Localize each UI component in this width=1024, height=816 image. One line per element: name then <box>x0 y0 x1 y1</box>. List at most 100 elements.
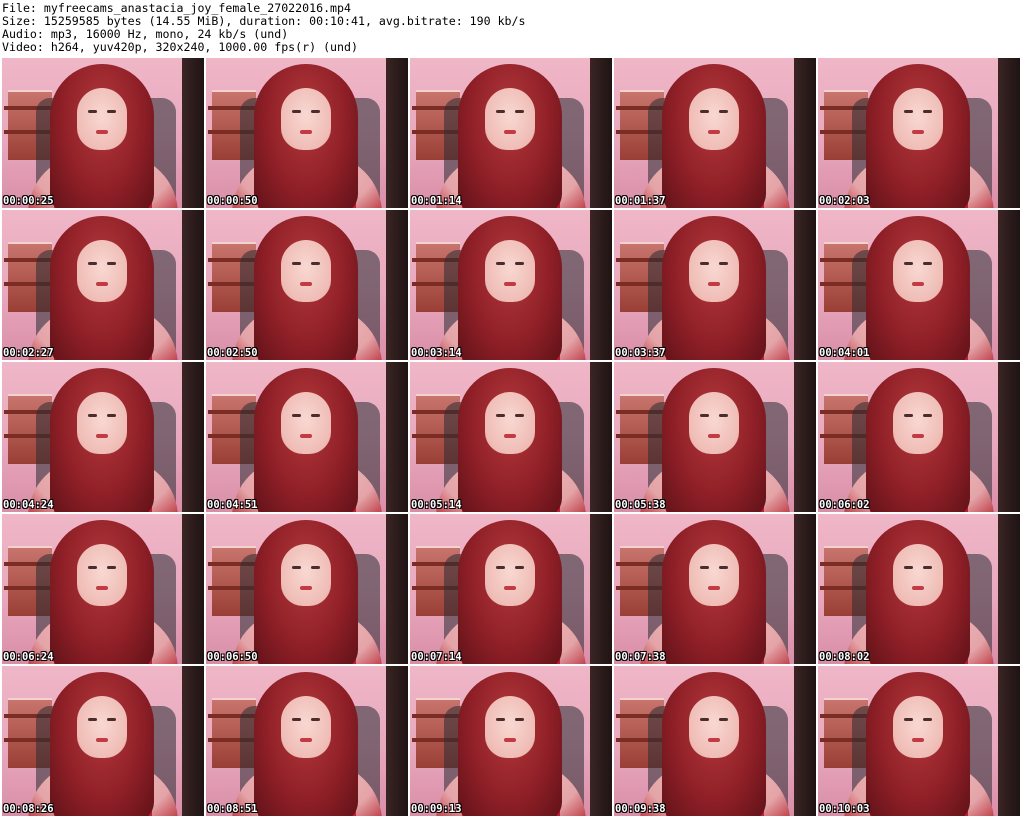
person-face <box>893 544 943 606</box>
background-door <box>998 58 1020 208</box>
video-thumbnail: 00:03:14 <box>410 210 612 360</box>
thumbnail-timestamp: 00:07:14 <box>411 651 462 663</box>
person-face <box>281 240 331 302</box>
video-thumbnail: 00:09:13 <box>410 666 612 816</box>
background-door <box>590 514 612 664</box>
background-door <box>998 362 1020 512</box>
lips <box>708 434 720 438</box>
video-thumbnail: 00:02:03 <box>818 58 1020 208</box>
video-thumbnail: 00:03:37 <box>614 210 816 360</box>
thumbnail-timestamp: 00:02:03 <box>819 195 870 207</box>
background-door <box>794 362 816 512</box>
background-door <box>998 210 1020 360</box>
background-door <box>590 666 612 816</box>
video-thumbnail: 00:07:38 <box>614 514 816 664</box>
right-eye <box>311 110 320 113</box>
lips <box>96 282 108 286</box>
lips <box>300 434 312 438</box>
left-eye <box>700 566 709 569</box>
video-thumbnail: 00:06:02 <box>818 362 1020 512</box>
person-face <box>689 696 739 758</box>
video-thumbnail: 00:01:37 <box>614 58 816 208</box>
thumbnail-timestamp: 00:06:24 <box>3 651 54 663</box>
background-door <box>386 666 408 816</box>
right-eye <box>923 414 932 417</box>
thumbnail-timestamp: 00:06:50 <box>207 651 258 663</box>
thumbnail-timestamp: 00:10:03 <box>819 803 870 815</box>
video-info-line: Video: h264, yuv420p, 320x240, 1000.00 f… <box>2 40 358 54</box>
left-eye <box>292 110 301 113</box>
left-eye <box>700 262 709 265</box>
right-eye <box>923 262 932 265</box>
file-info-header: File: myfreecams_anastacia_joy_female_27… <box>0 0 1024 56</box>
lips <box>300 282 312 286</box>
background-door <box>182 666 204 816</box>
person-face <box>893 392 943 454</box>
right-eye <box>923 566 932 569</box>
right-eye <box>719 414 728 417</box>
person-face <box>485 696 535 758</box>
person-face <box>485 88 535 150</box>
person-face <box>485 392 535 454</box>
left-eye <box>88 718 97 721</box>
left-eye <box>496 566 505 569</box>
video-thumbnail: 00:08:26 <box>2 666 204 816</box>
person-face <box>893 696 943 758</box>
right-eye <box>515 262 524 265</box>
video-thumbnail: 00:08:02 <box>818 514 1020 664</box>
left-eye <box>904 718 913 721</box>
thumbnail-timestamp: 00:09:13 <box>411 803 462 815</box>
person-face <box>281 696 331 758</box>
thumbnail-timestamp: 00:02:50 <box>207 347 258 359</box>
person-face <box>281 88 331 150</box>
video-thumbnail: 00:06:24 <box>2 514 204 664</box>
background-door <box>386 514 408 664</box>
left-eye <box>904 566 913 569</box>
left-eye <box>904 414 913 417</box>
person-face <box>485 240 535 302</box>
thumbnail-timestamp: 00:05:38 <box>615 499 666 511</box>
left-eye <box>700 414 709 417</box>
left-eye <box>292 414 301 417</box>
lips <box>504 434 516 438</box>
right-eye <box>515 566 524 569</box>
lips <box>300 130 312 134</box>
person-face <box>689 392 739 454</box>
lips <box>912 434 924 438</box>
thumbnail-timestamp: 00:09:38 <box>615 803 666 815</box>
background-door <box>386 58 408 208</box>
person-face <box>485 544 535 606</box>
person-face <box>281 544 331 606</box>
lips <box>708 130 720 134</box>
lips <box>912 130 924 134</box>
video-thumbnail: 00:04:51 <box>206 362 408 512</box>
lips <box>96 738 108 742</box>
left-eye <box>496 414 505 417</box>
thumbnail-timestamp: 00:00:50 <box>207 195 258 207</box>
right-eye <box>719 262 728 265</box>
background-door <box>182 210 204 360</box>
left-eye <box>700 718 709 721</box>
lips <box>504 738 516 742</box>
background-door <box>386 210 408 360</box>
video-thumbnail: 00:02:50 <box>206 210 408 360</box>
video-thumbnail: 00:01:14 <box>410 58 612 208</box>
person-face <box>77 240 127 302</box>
left-eye <box>904 262 913 265</box>
thumbnail-timestamp: 00:01:14 <box>411 195 462 207</box>
right-eye <box>311 414 320 417</box>
background-door <box>998 514 1020 664</box>
right-eye <box>923 718 932 721</box>
background-door <box>590 58 612 208</box>
lips <box>96 586 108 590</box>
person-face <box>689 544 739 606</box>
person-face <box>77 544 127 606</box>
right-eye <box>311 718 320 721</box>
right-eye <box>107 110 116 113</box>
lips <box>708 586 720 590</box>
lips <box>912 738 924 742</box>
video-thumbnail: 00:02:27 <box>2 210 204 360</box>
background-door <box>590 210 612 360</box>
left-eye <box>496 718 505 721</box>
right-eye <box>719 110 728 113</box>
